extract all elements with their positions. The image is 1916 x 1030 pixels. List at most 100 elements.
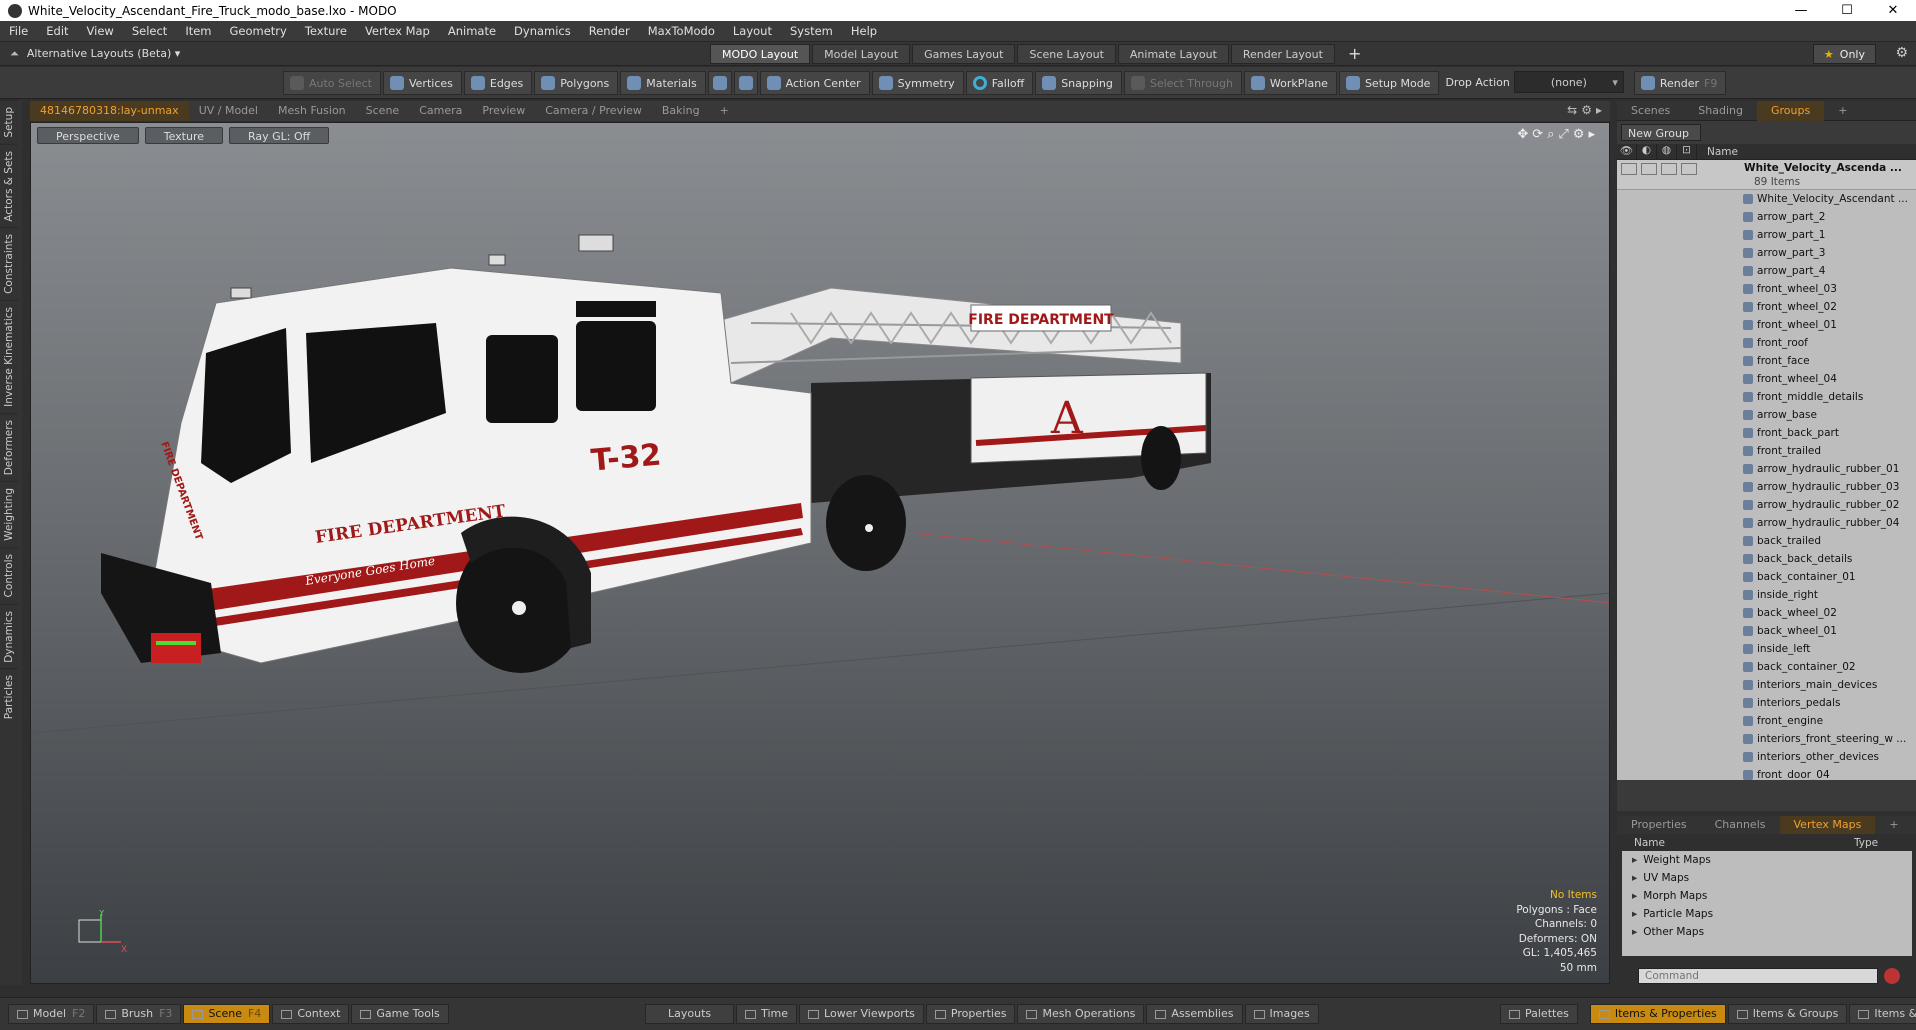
render-column-icon[interactable]: ◐ — [1637, 143, 1657, 160]
group-item[interactable]: front_wheel_02 — [1617, 298, 1916, 316]
edges-button[interactable]: Edges — [463, 71, 533, 95]
vmap-morph-maps[interactable]: Morph Maps — [1622, 887, 1912, 905]
group-item[interactable]: front_face — [1617, 352, 1916, 370]
group-item[interactable]: interiors_front_steering_w ... — [1617, 730, 1916, 748]
group-item[interactable]: front_engine — [1617, 712, 1916, 730]
vertices-button[interactable]: Vertices — [382, 71, 462, 95]
group-item[interactable]: arrow_part_3 — [1617, 244, 1916, 262]
group-item[interactable]: back_container_02 — [1617, 658, 1916, 676]
add-props-tab-button[interactable]: + — [1875, 816, 1912, 834]
sb-images[interactable]: Images — [1244, 1004, 1319, 1024]
group-item[interactable]: arrow_base — [1617, 406, 1916, 424]
vtab-particles[interactable]: Particles — [0, 668, 18, 726]
raygl-dropdown[interactable]: Ray GL: Off — [229, 127, 330, 144]
falloff-button[interactable]: Falloff — [965, 71, 1034, 95]
menu-system[interactable]: System — [781, 21, 842, 42]
tab-groups[interactable]: Groups — [1756, 101, 1825, 121]
snapping-button[interactable]: Snapping — [1035, 71, 1122, 95]
tab-baking[interactable]: Baking — [652, 101, 710, 121]
setup-mode-button[interactable]: Setup Mode — [1338, 71, 1440, 95]
sb-time[interactable]: Time — [736, 1004, 798, 1024]
select-column-icon[interactable]: ⊡ — [1677, 143, 1697, 160]
sb-mesh-operations[interactable]: Mesh Operations — [1017, 1004, 1145, 1024]
menu-select[interactable]: Select — [123, 21, 176, 42]
group-item[interactable]: front_roof — [1617, 334, 1916, 352]
menu-maxtomodo[interactable]: MaxToModo — [639, 21, 724, 42]
drop-action-select[interactable]: (none) — [1513, 71, 1624, 94]
group-item[interactable]: front_trailed — [1617, 442, 1916, 460]
group-item[interactable]: arrow_hydraulic_rubber_03 — [1617, 478, 1916, 496]
lock-column-icon[interactable]: ◍ — [1657, 143, 1677, 160]
group-item[interactable]: inside_right — [1617, 586, 1916, 604]
group-item[interactable]: back_container_01 — [1617, 568, 1916, 586]
menu-view[interactable]: View — [78, 21, 123, 42]
vmap-uv-maps[interactable]: UV Maps — [1622, 869, 1912, 887]
tab-mesh-fusion[interactable]: Mesh Fusion — [268, 101, 356, 121]
add-panel-tab-button[interactable]: + — [1824, 101, 1861, 121]
only-toggle[interactable]: ★ Only — [1812, 44, 1876, 64]
alternative-layouts-dropdown[interactable]: Alternative Layouts (Beta) ▾ — [27, 47, 180, 60]
vtab-constraints[interactable]: Constraints — [0, 227, 18, 301]
sb-game-tools[interactable]: Game Tools — [351, 1004, 449, 1024]
menu-edit[interactable]: Edit — [37, 21, 77, 42]
group-item[interactable]: back_wheel_01 — [1617, 622, 1916, 640]
pivot-mode-button[interactable] — [733, 71, 758, 95]
tab-scene[interactable]: Scene — [356, 101, 410, 121]
sb-model[interactable]: Model F2 — [8, 1004, 95, 1024]
vtab-deformers[interactable]: Deformers — [0, 413, 18, 482]
menu-file[interactable]: File — [0, 21, 37, 42]
collapse-arrow-icon[interactable]: ⏶ — [10, 47, 19, 61]
group-item[interactable]: front_wheel_01 — [1617, 316, 1916, 334]
vtab-setup[interactable]: Setup — [0, 100, 18, 144]
command-input[interactable] — [1638, 968, 1878, 984]
tab-vertex-maps[interactable]: Vertex Maps — [1779, 816, 1876, 834]
tab-lay-unmax[interactable]: 48146780318:lay-unmax — [30, 101, 189, 121]
tab-scenes[interactable]: Scenes — [1617, 101, 1684, 121]
group-item[interactable]: arrow_hydraulic_rubber_02 — [1617, 496, 1916, 514]
tab-model-layout[interactable]: Model Layout — [812, 44, 911, 64]
group-item[interactable]: front_wheel_03 — [1617, 280, 1916, 298]
group-item[interactable]: interiors_other_devices — [1617, 748, 1916, 766]
add-layout-button[interactable]: + — [1337, 44, 1372, 64]
item-mode-button[interactable] — [707, 71, 732, 95]
menu-help[interactable]: Help — [842, 21, 886, 42]
sb-items-groups[interactable]: Items & Groups — [1727, 1004, 1848, 1024]
sb-palettes[interactable]: Palettes — [1500, 1004, 1578, 1024]
symmetry-button[interactable]: Symmetry — [871, 71, 964, 95]
tab-channels[interactable]: Channels — [1701, 816, 1780, 834]
maximize-button[interactable]: ☐ — [1824, 0, 1870, 21]
menu-item[interactable]: Item — [176, 21, 220, 42]
menu-layout[interactable]: Layout — [724, 21, 781, 42]
texture-dropdown[interactable]: Texture — [144, 127, 223, 144]
group-item[interactable]: interiors_pedals — [1617, 694, 1916, 712]
add-viewport-tab-button[interactable]: + — [710, 101, 739, 121]
group-item[interactable]: arrow_part_4 — [1617, 262, 1916, 280]
vmap-particle-maps[interactable]: Particle Maps — [1622, 905, 1912, 923]
sb-lower-viewports[interactable]: Lower Viewports — [799, 1004, 924, 1024]
menu-vertex-map[interactable]: Vertex Map — [356, 21, 439, 42]
name-column-header[interactable]: Name — [1707, 146, 1738, 158]
vtab-weighting[interactable]: Weighting — [0, 481, 18, 548]
tab-shading[interactable]: Shading — [1684, 101, 1757, 121]
menu-render[interactable]: Render — [580, 21, 639, 42]
tab-animate-layout[interactable]: Animate Layout — [1117, 44, 1229, 64]
sb-assemblies[interactable]: Assemblies — [1146, 1004, 1243, 1024]
vmap-weight-maps[interactable]: Weight Maps — [1622, 851, 1912, 869]
group-item[interactable]: back_back_details — [1617, 550, 1916, 568]
group-item[interactable]: arrow_part_2 — [1617, 208, 1916, 226]
viewport-tab-controls[interactable]: ⇆⚙▸ — [1567, 103, 1606, 117]
group-item[interactable]: arrow_hydraulic_rubber_04 — [1617, 514, 1916, 532]
tab-properties[interactable]: Properties — [1617, 816, 1701, 834]
auto-select-button[interactable]: Auto Select — [283, 71, 381, 95]
close-button[interactable]: ✕ — [1870, 0, 1916, 21]
vtab-dynamics[interactable]: Dynamics — [0, 603, 18, 669]
sb-scene[interactable]: Scene F4 — [183, 1004, 271, 1024]
menu-texture[interactable]: Texture — [296, 21, 356, 42]
materials-button[interactable]: Materials — [620, 71, 706, 95]
group-item[interactable]: front_door_04 — [1617, 766, 1916, 780]
vmap-other-maps[interactable]: Other Maps — [1622, 923, 1912, 941]
group-item[interactable]: back_trailed — [1617, 532, 1916, 550]
group-item[interactable]: front_wheel_04 — [1617, 370, 1916, 388]
vtab-controls[interactable]: Controls — [0, 547, 18, 604]
select-through-button[interactable]: Select Through — [1123, 71, 1242, 95]
